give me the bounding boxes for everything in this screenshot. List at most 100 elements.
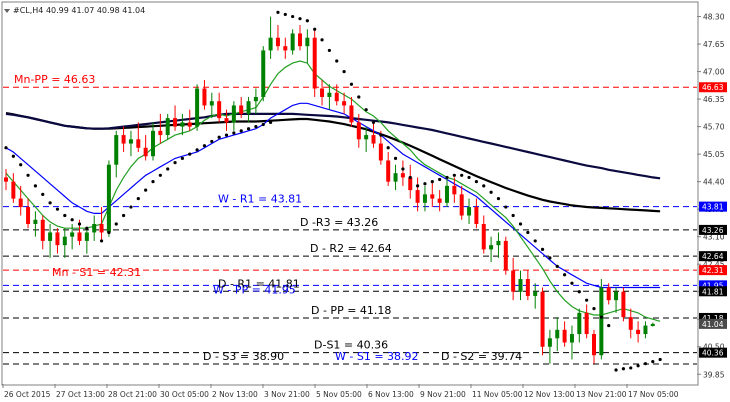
time-axis: 26 Oct 2015 27 Oct 13:00 28 Oct 21:00 30 Oc…	[2, 384, 679, 399]
candle-body	[467, 207, 472, 216]
sar-dot	[202, 144, 207, 148]
time-tick-label: 12 Nov 13:00	[524, 390, 575, 399]
sar-dot	[357, 95, 361, 99]
sar-dot	[122, 213, 126, 218]
candle-body	[33, 219, 38, 224]
candle-body	[334, 92, 339, 102]
candle-body	[400, 173, 405, 178]
level-tag-label-d-r1: 41.81	[702, 287, 724, 296]
candle-body	[290, 33, 295, 51]
sar-dot	[614, 368, 618, 372]
sar-dot	[452, 173, 456, 177]
level-label-w-r1: W - R1 = 43.81	[218, 193, 302, 206]
sar-dot	[107, 230, 111, 235]
candle-body	[55, 232, 60, 246]
price-tick-label: 46.35	[703, 95, 725, 104]
candle-body	[187, 122, 192, 127]
sar-dot	[482, 184, 486, 188]
price-tick-label: 45.05	[703, 150, 725, 159]
candle-body	[430, 194, 435, 199]
sar-dot	[430, 180, 434, 184]
sar-dot	[254, 125, 258, 129]
candle-body	[349, 105, 354, 123]
sar-dot	[305, 19, 309, 23]
sar-dot	[129, 205, 133, 209]
candle-body	[275, 37, 280, 47]
sar-dot	[291, 14, 295, 19]
time-tick-label: 3 Nov 21:00	[264, 390, 310, 399]
sar-dot	[607, 323, 611, 328]
sar-dot	[408, 175, 412, 180]
sar-dot	[298, 17, 302, 21]
candle-body	[599, 287, 604, 356]
candle-body	[496, 240, 501, 246]
candle-body	[165, 118, 170, 136]
candle-body	[445, 185, 449, 203]
candle-body	[283, 46, 288, 51]
sar-dot	[217, 135, 221, 139]
sar-dot	[320, 38, 324, 42]
sar-dot	[327, 48, 331, 53]
sar-dot	[41, 192, 45, 196]
candle-body	[621, 291, 626, 318]
candle-body	[114, 135, 119, 165]
candle-body	[614, 291, 619, 301]
candle-body	[84, 232, 89, 241]
sar-dot	[643, 362, 648, 366]
candle-body	[437, 198, 442, 203]
sar-dot	[195, 148, 199, 152]
sar-dot	[379, 133, 383, 137]
sar-dot	[629, 366, 633, 370]
sar-dot	[349, 82, 354, 86]
candle-body	[320, 88, 325, 97]
sar-dot	[401, 167, 405, 171]
price-chart: 48.3047.6547.0046.3545.7045.0544.4043.75…	[1, 1, 727, 399]
sar-dot	[364, 108, 368, 112]
candle-body	[356, 122, 361, 140]
sar-dot	[63, 213, 67, 218]
candle-body	[11, 181, 16, 199]
candle-body	[569, 334, 574, 343]
sar-dot	[445, 175, 449, 180]
sar-dot	[540, 247, 545, 251]
sar-dot	[438, 177, 442, 182]
candle-body	[136, 139, 141, 148]
sar-dot	[246, 127, 251, 131]
sar-dot	[158, 173, 162, 177]
level-label-d-r1: D - R1 = 41.81	[218, 277, 300, 290]
sar-dot	[188, 152, 192, 156]
candle-body	[48, 232, 53, 241]
price-axis: 48.3047.6547.0046.3545.7045.0544.4043.75…	[697, 13, 727, 379]
sar-dot	[4, 146, 8, 150]
sar-dot	[239, 129, 243, 133]
sar-dot	[85, 226, 89, 230]
sar-dot	[55, 207, 60, 211]
candle-body	[327, 92, 332, 97]
sar-dot	[592, 307, 596, 311]
time-tick-label: 9 Nov 21:00	[420, 390, 466, 399]
candle-body	[143, 147, 148, 157]
candle-body	[158, 130, 163, 136]
sar-dot	[555, 264, 559, 268]
candle-body	[106, 164, 111, 233]
sar-dot	[548, 256, 552, 260]
candle-body	[209, 101, 214, 106]
candle-body	[173, 118, 178, 127]
candle-body	[268, 37, 273, 51]
sar-dot	[518, 222, 523, 226]
level-label-mn-pp: Mn-PP = 46.63	[14, 73, 95, 86]
price-tick-label: 39.85	[703, 370, 725, 379]
candle-body	[562, 329, 567, 343]
candle-body	[371, 135, 376, 144]
sar-dot	[11, 154, 15, 158]
level-tag-label-mn-s1: 42.31	[702, 266, 724, 275]
sar-dot	[136, 196, 140, 201]
level-tag-label-d-r2: 42.64	[702, 252, 724, 261]
candle-body	[459, 194, 464, 216]
sar-dot	[114, 222, 118, 226]
time-tick-label: 28 Oct 21:00	[108, 390, 157, 399]
level-label-w-s1: W - S1 = 38.92	[335, 350, 419, 363]
candle-body	[540, 291, 545, 347]
candle-body	[70, 232, 75, 237]
candle-body	[4, 177, 8, 182]
